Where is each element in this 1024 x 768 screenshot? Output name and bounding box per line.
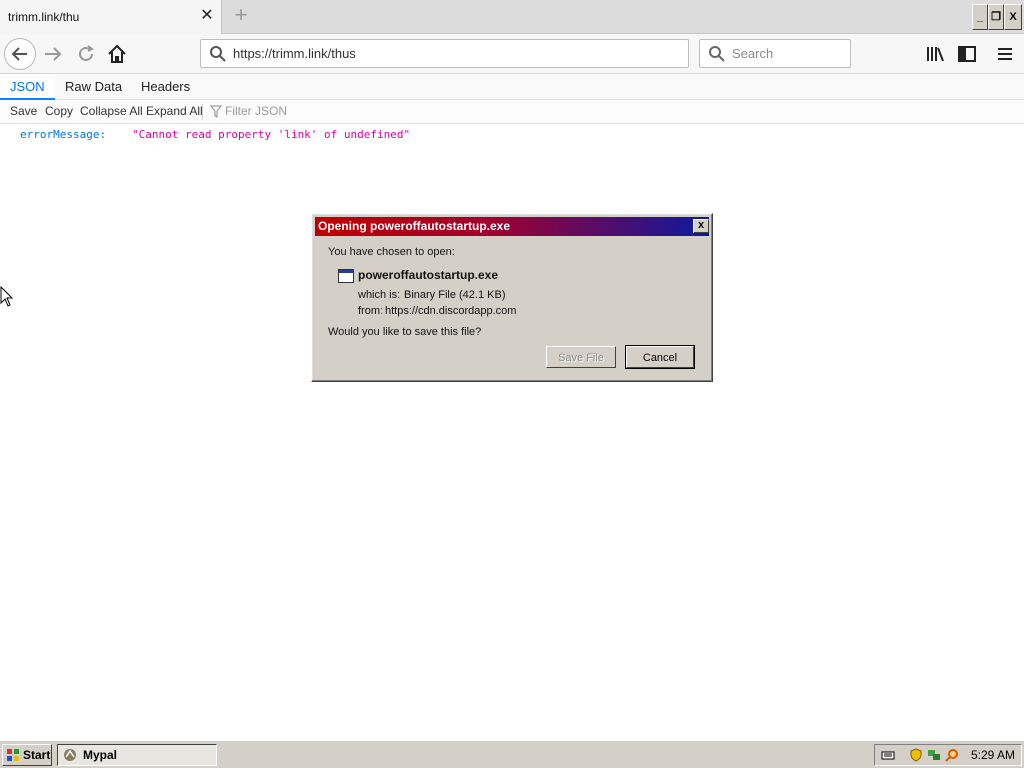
back-arrow-icon (11, 47, 27, 61)
dialog-title: Opening poweroffautostartup.exe (318, 219, 511, 233)
url-text: https://trimm.link/thus (233, 46, 356, 61)
windows-logo-icon (7, 749, 19, 761)
library-icon (927, 47, 944, 62)
taskbar-item-label: Mypal (83, 748, 118, 762)
download-dialog: Opening poweroffautostartup.exe x You ha… (311, 213, 713, 382)
tab-headers[interactable]: Headers (131, 75, 200, 100)
json-toolbar: Save Copy Collapse All Expand All Filter… (0, 100, 1024, 124)
search-icon (709, 46, 725, 62)
search-placeholder: Search (732, 46, 774, 61)
taskbar-item-mypal[interactable]: Mypal (57, 744, 217, 766)
tab-raw-data[interactable]: Raw Data (55, 75, 132, 100)
cancel-button[interactable]: Cancel (625, 345, 695, 369)
copy-button[interactable]: Copy (45, 100, 73, 123)
window-maximize-button[interactable]: ❐ (988, 4, 1004, 30)
collapse-all-button[interactable]: Collapse All (80, 100, 143, 123)
menu-button[interactable] (994, 43, 1016, 65)
window-close-button[interactable]: X (1004, 4, 1022, 30)
new-tab-button[interactable]: + (230, 4, 252, 28)
reload-icon (79, 45, 94, 61)
tab-close-button[interactable]: ✕ (198, 7, 216, 25)
json-key: errorMessage: (20, 128, 107, 141)
dialog-question: Would you like to save this file? (328, 326, 482, 338)
file-source-value: https://cdn.discordapp.com (385, 305, 517, 317)
toolbar-divider (202, 104, 203, 120)
mypal-app-icon (64, 749, 76, 761)
navigation-bar: https://trimm.link/thus Search (0, 34, 1024, 74)
url-bar[interactable]: https://trimm.link/thus (200, 39, 689, 68)
filter-json-input[interactable]: Filter JSON (225, 100, 287, 123)
forward-button[interactable] (42, 43, 64, 65)
back-button[interactable] (4, 38, 36, 70)
tab-title: trimm.link/thu (8, 10, 80, 24)
dialog-filename: poweroffautostartup.exe (358, 268, 499, 282)
network-icon[interactable] (927, 748, 941, 762)
magnifier-icon[interactable] (945, 748, 959, 762)
shield-icon[interactable] (909, 748, 923, 762)
json-viewer-tabs: JSON Raw Data Headers (0, 75, 1024, 100)
search-icon (210, 46, 226, 62)
expand-all-button[interactable]: Expand All (146, 100, 203, 123)
search-input[interactable]: Search (699, 39, 851, 68)
keyboard-icon[interactable] (881, 748, 895, 762)
tab-strip: trimm.link/thu ✕ + _ ❐ X (0, 0, 1024, 34)
mouse-cursor-icon (0, 286, 14, 307)
sidebar-toggle-button[interactable] (956, 43, 978, 65)
save-button[interactable]: Save (10, 100, 37, 123)
browser-tab[interactable]: trimm.link/thu ✕ (0, 0, 222, 34)
library-button[interactable] (924, 43, 946, 65)
dialog-close-button[interactable]: x (693, 219, 709, 233)
filter-icon (210, 105, 222, 118)
file-source-label: from: (358, 305, 384, 317)
hamburger-menu-icon (998, 48, 1012, 60)
file-icon (338, 269, 354, 283)
clock: 5:29 AM (971, 748, 1016, 762)
window-minimize-button[interactable]: _ (972, 4, 988, 30)
taskbar: Start Mypal 5:29 AM (0, 740, 1024, 768)
json-row: errorMessage: "Cannot read property 'lin… (20, 128, 410, 141)
reload-button[interactable] (75, 43, 97, 65)
dialog-chosen-label: You have chosen to open: (328, 246, 455, 258)
home-button[interactable] (106, 43, 128, 65)
forward-arrow-icon (45, 47, 62, 61)
start-button[interactable]: Start (2, 744, 52, 766)
system-tray: 5:29 AM (874, 744, 1022, 766)
dialog-titlebar[interactable]: Opening poweroffautostartup.exe x (315, 217, 709, 236)
start-label: Start (23, 748, 51, 762)
home-icon (108, 44, 126, 63)
file-type-value: Binary File (42.1 KB) (404, 289, 506, 301)
sidebar-icon (958, 46, 976, 62)
json-value: "Cannot read property 'link' of undefine… (132, 128, 411, 141)
file-type-label: which is: (358, 289, 401, 301)
save-file-button[interactable]: Save File (546, 346, 616, 368)
tab-json[interactable]: JSON (0, 75, 55, 100)
